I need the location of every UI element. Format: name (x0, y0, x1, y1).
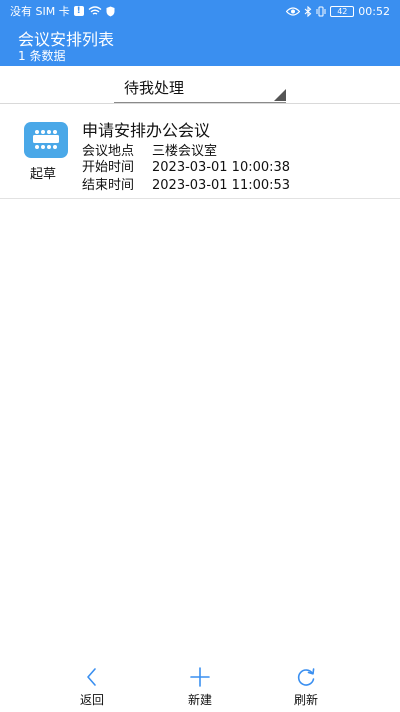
bluetooth-icon (304, 5, 312, 17)
filter-selected-label: 待我处理 (124, 79, 185, 97)
end-time-value: 2023-03-01 11:00:53 (152, 178, 291, 193)
meeting-list-item[interactable]: 起草 申请安排办公会议 会议地点 三楼会议室 开始时间 2023-03-01 10:… (0, 112, 400, 198)
start-time-value: 2023-03-01 10:00:38 (152, 160, 291, 175)
chevron-left-icon (87, 668, 96, 686)
alert-icon: ! (73, 6, 84, 16)
bottom-toolbar: 返回 新建 刷新 (0, 660, 400, 712)
status-bar-left: 没有 SIM 卡 ! (10, 3, 115, 19)
meeting-end-time: 结束时间 2023-03-01 11:00:53 (82, 174, 290, 193)
refresh-icon (297, 668, 315, 686)
refresh-button[interactable]: 刷新 (276, 666, 336, 710)
wifi-icon (88, 6, 102, 15)
clock-text: 00:52 (358, 4, 390, 18)
status-bar: 没有 SIM 卡 ! 42 00:52 (0, 0, 400, 22)
eye-icon (286, 6, 301, 16)
app-header: 会议安排列表 1 条数据 (0, 22, 400, 66)
new-button[interactable]: 新建 (170, 666, 230, 710)
record-count: 1 条数据 (18, 49, 66, 63)
status-bar-right: 42 00:52 (286, 5, 390, 18)
filter-divider (0, 103, 400, 104)
refresh-label: 刷新 (293, 693, 318, 707)
carrier-text: 没有 SIM 卡 (10, 5, 70, 18)
start-time-label: 开始时间 (82, 160, 135, 175)
status-badge: 起草 (30, 167, 57, 182)
dropdown-arrow-icon (274, 89, 286, 101)
meeting-title: 申请安排办公会议 (82, 121, 211, 140)
meeting-start-time: 开始时间 2023-03-01 10:00:38 (82, 156, 290, 175)
back-label: 返回 (79, 693, 104, 707)
plus-icon (190, 667, 210, 687)
meeting-table-icon (24, 122, 68, 158)
list-divider (0, 198, 400, 199)
back-button[interactable]: 返回 (62, 666, 122, 710)
filter-dropdown[interactable]: 待我处理 (114, 72, 286, 103)
end-time-label: 结束时间 (82, 178, 135, 193)
vibrate-icon (316, 6, 326, 16)
shield-icon (106, 6, 115, 16)
new-label: 新建 (187, 693, 212, 707)
battery-icon: 42 (330, 5, 355, 17)
